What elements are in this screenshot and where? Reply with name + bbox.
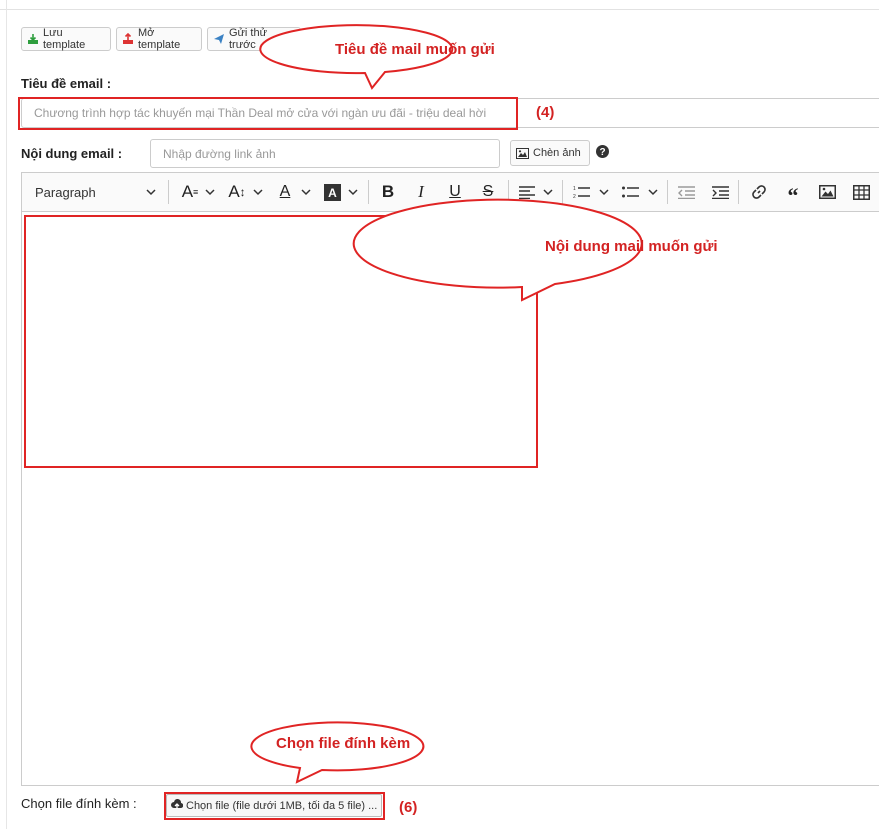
insert-image-label: Chèn ảnh: [533, 147, 581, 159]
content-label: Nội dung email :: [21, 146, 123, 161]
chevron-down-icon: [301, 189, 311, 196]
chevron-down-icon: [253, 189, 263, 196]
bold-icon[interactable]: B: [377, 173, 399, 211]
marker-6: (6): [399, 799, 418, 816]
insert-image-button[interactable]: Chèn ảnh: [510, 140, 590, 166]
image-link-placeholder: Nhập đường link ảnh: [163, 146, 276, 161]
save-template-label: Lưu template: [43, 27, 86, 51]
underline-icon[interactable]: U: [444, 173, 466, 211]
font-size-icon[interactable]: A ≡: [179, 173, 201, 211]
outdent-icon[interactable]: [676, 173, 696, 211]
toolbar-separator: [368, 180, 369, 204]
svg-text:2: 2: [573, 194, 576, 199]
content-highlight: [24, 215, 538, 468]
attachment-highlight: [164, 792, 385, 820]
indent-icon[interactable]: [710, 173, 730, 211]
font-background-color-icon[interactable]: A: [322, 173, 342, 211]
marker-5: (5): [431, 243, 450, 260]
svg-text:1: 1: [573, 186, 576, 192]
bulleted-list-icon[interactable]: [620, 173, 640, 211]
svg-text:?: ?: [599, 147, 605, 158]
svg-text:A: A: [328, 186, 337, 200]
left-divider: [6, 0, 7, 829]
help-icon[interactable]: ?: [596, 145, 609, 161]
toolbar-separator: [168, 180, 169, 204]
top-divider: [0, 9, 879, 10]
editor-toolbar: Paragraph A ≡ A ↕ A A B I U S 12 “: [22, 173, 879, 212]
toolbar-separator: [667, 180, 668, 204]
chevron-down-icon: [543, 189, 553, 196]
callout-subject-text: Tiêu đề mail muốn gửi: [335, 41, 495, 58]
save-icon: [27, 33, 39, 45]
toolbar-separator: [738, 180, 739, 204]
toolbar-separator: [508, 180, 509, 204]
table-icon[interactable]: [851, 173, 871, 211]
align-icon[interactable]: [517, 173, 537, 211]
open-template-label: Mở template: [138, 27, 181, 51]
attachment-label: Chọn file đính kèm :: [21, 796, 137, 811]
italic-icon[interactable]: I: [410, 173, 432, 211]
paragraph-select-label: Paragraph: [35, 184, 96, 200]
link-icon[interactable]: [749, 173, 769, 211]
insert-image-icon[interactable]: [817, 173, 837, 211]
font-color-icon[interactable]: A: [275, 173, 295, 211]
marker-4: (4): [536, 104, 555, 121]
strikethrough-icon[interactable]: S: [477, 173, 499, 211]
send-icon: [213, 33, 225, 45]
paragraph-select[interactable]: Paragraph: [35, 173, 96, 211]
chevron-down-icon: [599, 189, 609, 196]
open-template-button[interactable]: Mở template: [116, 27, 202, 51]
save-template-button[interactable]: Lưu template: [21, 27, 111, 51]
blockquote-icon[interactable]: “: [783, 173, 803, 211]
open-icon: [122, 33, 134, 45]
send-test-button[interactable]: Gửi thử trước: [207, 27, 301, 51]
image-link-input[interactable]: Nhập đường link ảnh: [150, 139, 500, 168]
subject-highlight: [18, 97, 518, 130]
numbered-list-icon[interactable]: 12: [571, 173, 591, 211]
chevron-down-icon: [648, 189, 658, 196]
subject-label: Tiêu đề email :: [21, 76, 112, 91]
chevron-down-icon: [146, 189, 156, 196]
chevron-down-icon: [348, 189, 358, 196]
image-icon: [516, 147, 529, 159]
callout-attachment-text: Chọn file đính kèm: [276, 735, 411, 752]
chevron-down-icon: [205, 189, 215, 196]
font-family-icon[interactable]: A ↕: [225, 173, 249, 211]
toolbar-separator: [562, 180, 563, 204]
callout-content-text: Nội dung mail muốn gửi: [545, 238, 718, 255]
send-test-label: Gửi thử trước: [229, 27, 267, 51]
